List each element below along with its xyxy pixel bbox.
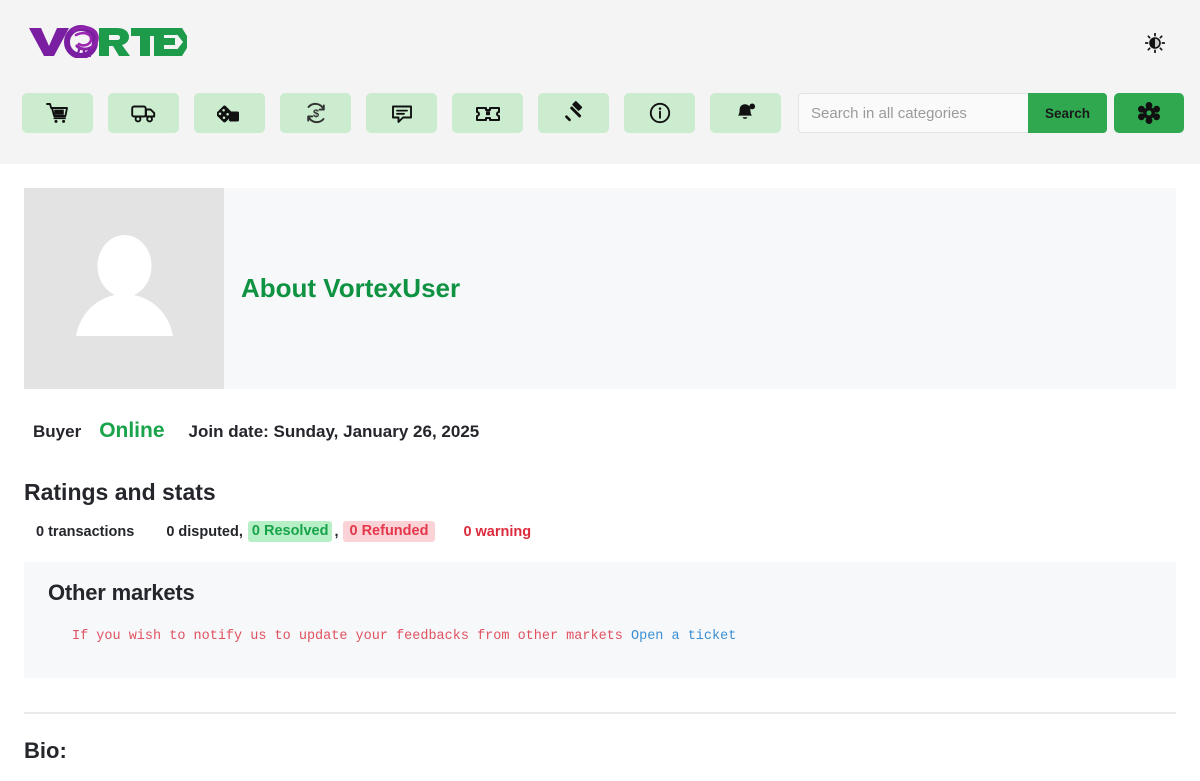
ratings-stats-row: 0 transactions 0 disputed, 0 Resolved , … bbox=[36, 521, 531, 542]
bio-heading: Bio: bbox=[24, 738, 67, 763]
status-badge: Online bbox=[99, 419, 165, 442]
shopping-cart-icon bbox=[45, 103, 68, 123]
nav-button-wallet[interactable]: $ bbox=[280, 93, 351, 133]
search-button[interactable]: Search bbox=[1028, 93, 1108, 133]
ticket-icon bbox=[475, 107, 500, 121]
search-input[interactable] bbox=[798, 93, 1028, 133]
stat-refunded-badge: 0 Refunded bbox=[343, 521, 436, 542]
nav-button-notifications[interactable] bbox=[710, 93, 781, 133]
stat-separator: , bbox=[334, 523, 339, 540]
section-divider bbox=[24, 712, 1176, 714]
info-circle-icon bbox=[649, 102, 670, 124]
stat-transactions: 0 transactions bbox=[36, 523, 135, 540]
user-silhouette-icon bbox=[75, 234, 173, 336]
delivery-truck-icon bbox=[130, 105, 155, 123]
other-markets-notice-text: If you wish to notify us to update your … bbox=[72, 629, 623, 644]
gavel-icon bbox=[564, 101, 582, 122]
money-refresh-icon: $ bbox=[306, 102, 325, 124]
profile-header-area: About VortexUser bbox=[224, 188, 1176, 389]
chat-bubble-icon bbox=[391, 105, 412, 123]
settings-button[interactable] bbox=[1114, 93, 1184, 133]
vortex-logo-icon bbox=[29, 25, 187, 58]
theme-toggle-button[interactable] bbox=[1144, 32, 1166, 54]
other-markets-panel: Other markets If you wish to notify us t… bbox=[24, 562, 1176, 678]
bell-icon bbox=[737, 103, 755, 119]
search-bar: Search bbox=[798, 93, 1108, 133]
nav-button-listings[interactable] bbox=[194, 93, 265, 133]
stat-disputed: 0 disputed, bbox=[166, 523, 243, 540]
ratings-heading: Ratings and stats bbox=[24, 479, 216, 505]
nav-button-orders[interactable] bbox=[108, 93, 179, 133]
stat-warning: 0 warning bbox=[463, 523, 532, 540]
other-markets-notice: If you wish to notify us to update your … bbox=[72, 629, 736, 644]
join-date: Join date: Sunday, January 26, 2025 bbox=[188, 422, 480, 441]
other-markets-title: Other markets bbox=[48, 580, 195, 605]
avatar bbox=[24, 188, 224, 389]
page-title: About VortexUser bbox=[241, 273, 461, 303]
site-logo[interactable] bbox=[27, 24, 187, 58]
gear-icon bbox=[1138, 102, 1160, 124]
profile-card: About VortexUser bbox=[24, 188, 1176, 389]
profile-meta-row: Buyer Online Join date: Sunday, January … bbox=[33, 419, 479, 443]
site-header: $ Search in all categories Search bbox=[0, 0, 1200, 164]
nav-button-messages[interactable] bbox=[366, 93, 437, 133]
open-ticket-link[interactable]: Open a ticket bbox=[631, 629, 736, 644]
nav-button-tickets[interactable] bbox=[452, 93, 523, 133]
profile-role: Buyer bbox=[33, 422, 82, 441]
nav-button-disputes[interactable] bbox=[538, 93, 609, 133]
sun-icon bbox=[1145, 33, 1165, 53]
nav-button-info[interactable] bbox=[624, 93, 695, 133]
nav-button-cart[interactable] bbox=[22, 93, 93, 133]
cards-dice-icon bbox=[216, 105, 239, 123]
svg-text:$: $ bbox=[312, 108, 318, 120]
stat-resolved-badge: 0 Resolved bbox=[247, 521, 333, 542]
